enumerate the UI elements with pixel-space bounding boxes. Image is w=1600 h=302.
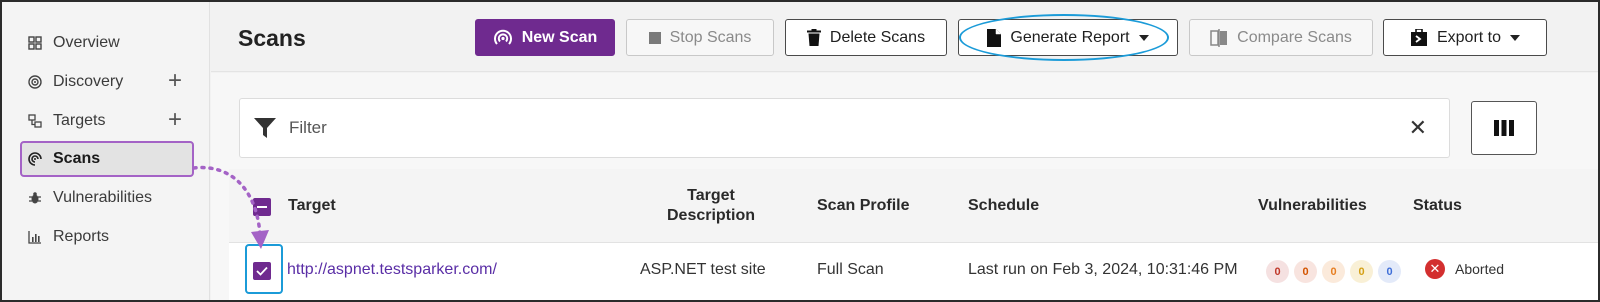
info-count-badge[interactable]: 0 (1378, 260, 1401, 283)
target-description: ASP.NET test site (640, 261, 766, 278)
target-circle-icon (27, 74, 43, 90)
stop-icon (648, 31, 661, 44)
columns-icon (1494, 120, 1514, 136)
chevron-down-icon (1138, 34, 1149, 41)
targets-tree-icon (27, 113, 43, 129)
chevron-down-icon (1510, 34, 1521, 41)
add-target-icon[interactable]: + (168, 108, 182, 132)
minus-icon (257, 206, 267, 208)
schedule: Last run on Feb 3, 2024, 10:31:46 PM (968, 261, 1238, 278)
radar-icon (493, 28, 513, 48)
scan-signal-icon (27, 151, 43, 167)
sidebar-item-label: Targets (53, 112, 106, 129)
trash-icon (806, 29, 821, 46)
app-window: Overview Discovery + Targets + Scans Vul… (0, 0, 1600, 302)
column-header-status[interactable]: Status (1413, 197, 1462, 215)
column-header-scan-profile[interactable]: Scan Profile (817, 197, 909, 215)
medium-count-badge[interactable]: 0 (1322, 260, 1345, 283)
column-header-target-description[interactable]: Target Description (641, 186, 781, 226)
generate-report-label: Generate Report (1010, 28, 1130, 46)
column-header-line: Description (666, 207, 755, 224)
target-link[interactable]: http://aspnet.testsparker.com/ (287, 261, 497, 279)
compare-scans-button[interactable]: Compare Scans (1189, 19, 1373, 56)
new-scan-label: New Scan (521, 28, 598, 46)
filter-funnel-icon (253, 116, 277, 140)
stop-scans-button[interactable]: Stop Scans (626, 19, 774, 56)
column-header-schedule[interactable]: Schedule (968, 197, 1039, 215)
toolbar: Scans New Scan Stop Scans Delete Scans G… (211, 2, 1598, 72)
row-checkbox[interactable] (253, 262, 271, 280)
stop-scans-label: Stop Scans (669, 28, 752, 46)
main-area: Scans New Scan Stop Scans Delete Scans G… (211, 2, 1598, 300)
sidebar-item-label: Overview (53, 34, 120, 51)
column-settings-button[interactable] (1471, 101, 1537, 155)
bar-chart-icon (27, 229, 43, 245)
generate-report-button[interactable]: Generate Report (958, 19, 1178, 56)
filter-input[interactable] (289, 118, 1389, 138)
select-all-checkbox[interactable] (253, 198, 271, 216)
scan-profile: Full Scan (817, 261, 884, 278)
sidebar-item-label: Vulnerabilities (53, 189, 153, 206)
clear-filter-icon[interactable]: ✕ (1409, 117, 1427, 139)
sidebar-item-label: Reports (53, 228, 110, 245)
sidebar: Overview Discovery + Targets + Scans Vul… (2, 2, 210, 300)
bug-icon (27, 190, 43, 206)
filter-bar: ✕ (239, 98, 1450, 158)
column-header-line: Target (687, 187, 735, 204)
error-x-icon: ✕ (1425, 259, 1445, 279)
sidebar-item-overview[interactable]: Overview (20, 25, 194, 61)
column-header-vulnerabilities[interactable]: Vulnerabilities (1258, 197, 1367, 215)
column-header-target[interactable]: Target (288, 197, 336, 215)
low-count-badge[interactable]: 0 (1350, 260, 1373, 283)
table-row[interactable]: http://aspnet.testsparker.com/ ASP.NET t… (229, 243, 1598, 300)
sidebar-item-label: Discovery (53, 73, 124, 90)
export-box-icon (1410, 28, 1428, 47)
grid-icon (27, 35, 43, 51)
new-scan-button[interactable]: New Scan (475, 19, 615, 56)
compare-icon (1210, 28, 1228, 47)
delete-scans-button[interactable]: Delete Scans (785, 19, 947, 56)
sidebar-item-label: Scans (53, 150, 101, 167)
compare-scans-label: Compare Scans (1237, 28, 1352, 46)
critical-count-badge[interactable]: 0 (1266, 260, 1289, 283)
scans-table: Target Target Description Scan Profile S… (229, 169, 1598, 300)
status-badge: ✕ Aborted (1425, 259, 1504, 279)
sidebar-item-discovery[interactable]: Discovery + (20, 64, 194, 100)
page-title: Scans (238, 25, 306, 51)
table-header: Target Target Description Scan Profile S… (229, 169, 1598, 243)
sidebar-item-scans[interactable]: Scans (20, 141, 194, 177)
high-count-badge[interactable]: 0 (1294, 260, 1317, 283)
sidebar-item-vulnerabilities[interactable]: Vulnerabilities (20, 180, 194, 216)
delete-scans-label: Delete Scans (829, 28, 926, 46)
checkmark-icon (256, 266, 268, 276)
export-to-label: Export to (1436, 28, 1502, 46)
sidebar-item-reports[interactable]: Reports (20, 219, 194, 255)
add-discovery-icon[interactable]: + (168, 69, 182, 93)
sidebar-item-targets[interactable]: Targets + (20, 103, 194, 139)
status-text: Aborted (1455, 261, 1505, 277)
content-area: ✕ Target Target Description Scan Profile (211, 73, 1598, 300)
export-to-button[interactable]: Export to (1383, 19, 1547, 56)
document-icon (987, 28, 1002, 47)
vulnerability-counts[interactable]: 0 0 0 0 0 (1266, 260, 1406, 283)
